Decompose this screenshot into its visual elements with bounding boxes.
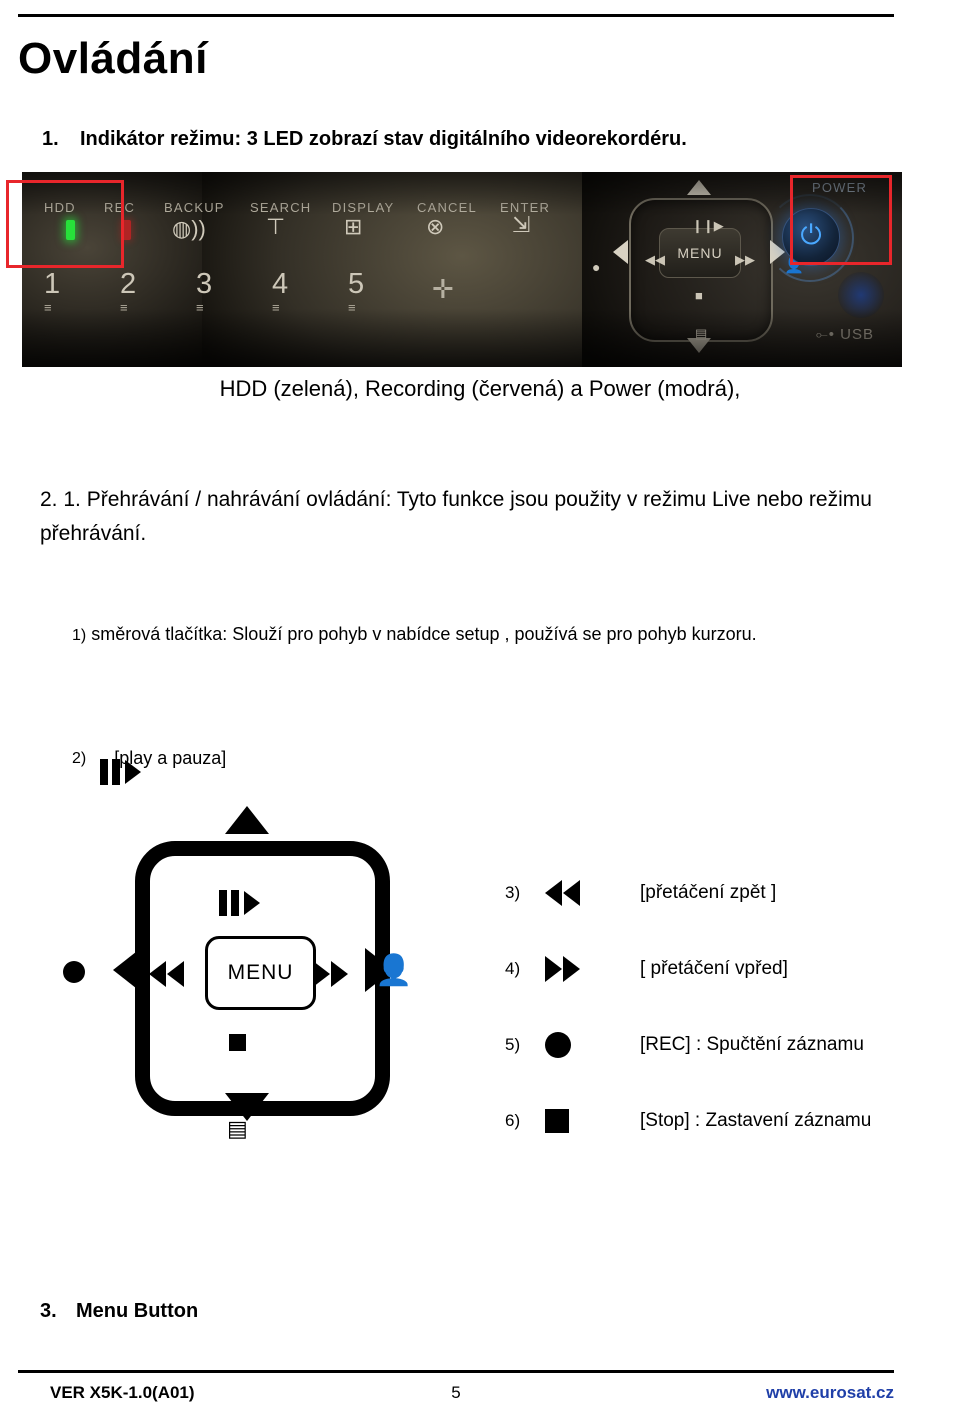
list-item-1-text: Indikátor režimu: 3 LED zobrazí stav dig… <box>80 128 687 150</box>
list-item-1: 1. Indikátor režimu: 3 LED zobrazí stav d… <box>42 128 922 151</box>
legend-row-6: 6) [Stop] : Zastavení záznamu <box>505 1083 925 1159</box>
nav-diagram-left-icon[interactable] <box>113 948 141 992</box>
highlight-box-leds <box>6 180 124 268</box>
fast-forward-icon <box>545 956 640 982</box>
page-title: Ovládání <box>18 34 208 83</box>
nav-diagram-person-icon: 👤 <box>375 954 413 987</box>
list-item-3: 3. Menu Button <box>40 1300 198 1323</box>
list-item-1-number: 1. <box>42 128 59 150</box>
sub-item-1: 1) směrová tlačítka: Slouží pro pohyb v … <box>72 624 932 645</box>
record-circle-icon <box>545 1032 640 1058</box>
legend-row-4-number: 4) <box>505 959 521 978</box>
footer-divider <box>18 1370 894 1373</box>
legend-row-3-number: 3) <box>505 883 521 902</box>
legend-row-5-label: [REC] : Spučtění záznamu <box>640 1034 864 1055</box>
footer-website-link[interactable]: www.eurosat.cz <box>766 1383 894 1403</box>
sub-item-1-number: 1) <box>72 627 87 644</box>
sub-item-2: 2) [play a pauza] <box>72 748 226 785</box>
highlight-box-power <box>790 175 892 265</box>
legend-row-5: 5) [REC] : Spučtění záznamu <box>505 1007 925 1083</box>
photo-caption: HDD (zelená), Recording (červená) a Powe… <box>219 376 741 401</box>
legend-row-6-label: [Stop] : Zastavení záznamu <box>640 1110 872 1131</box>
legend-row-3: 3) [přetáčení zpět ] <box>505 855 925 931</box>
sub-item-2-number: 2) <box>72 749 87 767</box>
nav-diagram-record-icon <box>63 961 85 983</box>
legend-row-4: 4) [ přetáčení vpřed] <box>505 931 925 1007</box>
legend-row-4-label: [ přetáčení vpřed] <box>640 958 788 979</box>
list-item-3-number: 3. <box>40 1300 57 1322</box>
rewind-icon <box>545 880 640 906</box>
list-item-3-text: Menu Button <box>76 1300 199 1322</box>
document-page: Ovládání 1. Indikátor režimu: 3 LED zobra… <box>0 0 960 1428</box>
legend-row-3-label: [přetáčení zpět ] <box>640 882 777 903</box>
legend-row-5-number: 5) <box>505 1035 521 1054</box>
footer-page-number: 5 <box>451 1383 461 1402</box>
list-item-2-text: Přehrávání / nahrávání ovládání: Tyto fu… <box>86 488 751 511</box>
front-panel-photo: HDD REC BACKUP SEARCH DISPLAY CANCEL ENT… <box>22 172 902 367</box>
nav-diagram: MENU 👤 ▤ <box>63 806 425 1146</box>
legend-row-6-number: 6) <box>505 1111 521 1130</box>
panel-vignette <box>22 172 902 367</box>
sub-item-1-text: směrová tlačítka: Slouží pro pohyb v nab… <box>91 624 757 644</box>
nav-diagram-stop-icon <box>229 1034 246 1051</box>
list-item-2: 2. 1. Přehrávání / nahrávání ovládání: T… <box>40 483 930 551</box>
stop-square-icon <box>545 1109 640 1133</box>
nav-diagram-list-icon: ▤ <box>227 1116 248 1141</box>
button-legend: 3) [přetáčení zpět ] 4) [ přetáčení vpře… <box>505 855 925 1159</box>
list-item-2-number: 2. 1. <box>40 488 81 511</box>
nav-diagram-menu-button[interactable]: MENU <box>205 936 316 1010</box>
nav-diagram-up-icon[interactable] <box>225 806 269 834</box>
header-divider <box>18 14 894 17</box>
